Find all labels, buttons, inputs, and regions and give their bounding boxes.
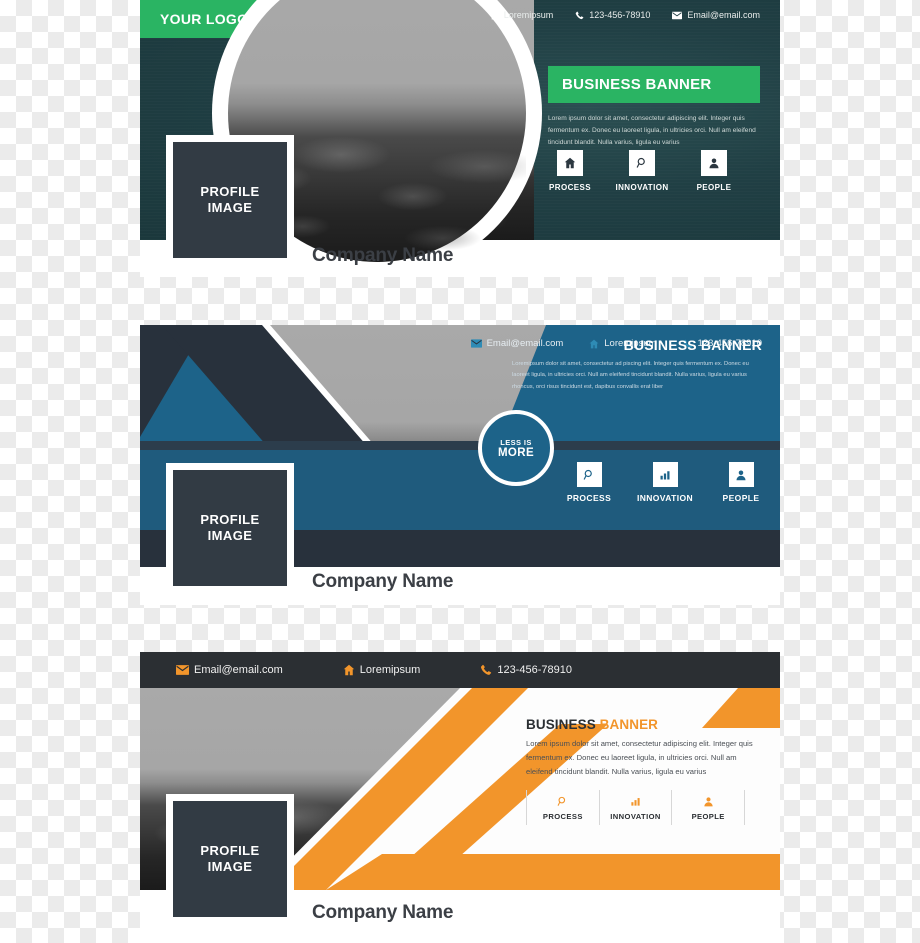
phone-icon	[480, 664, 492, 676]
envelope-icon	[672, 11, 683, 20]
profile-line-1: PROFILE	[200, 511, 260, 527]
banner-orange-features: PROCESS INNOVATION PEOPLE	[526, 790, 746, 826]
contact-email[interactable]: Email@email.com	[672, 10, 760, 20]
feature-people-label: PEOPLE	[691, 812, 725, 822]
company-name: Company Name	[312, 245, 454, 266]
home-icon	[490, 11, 499, 20]
feature-people[interactable]: PEOPLE	[672, 790, 746, 826]
phone-icon	[575, 11, 584, 20]
feature-people-label: PEOPLE	[722, 493, 760, 503]
profile-line-1: PROFILE	[200, 183, 260, 199]
banner-green: YOUR LOGO Loremipsum 123-456-78910 Email…	[140, 0, 780, 277]
banner-orange-title-part1: BUSINESS	[526, 717, 600, 732]
contact-phone-text: 123-456-78910	[589, 10, 651, 20]
contact-home[interactable]: Loremipsum	[343, 664, 421, 676]
feature-innovation-label: INNOVATION	[615, 183, 669, 192]
contact-home-text: Loremipsum	[503, 10, 554, 20]
feature-people-label: PEOPLE	[696, 183, 732, 192]
profile-line-2: IMAGE	[207, 200, 253, 215]
company-name: Company Name	[312, 571, 454, 592]
feature-innovation[interactable]: INNOVATION	[636, 462, 694, 503]
chart-icon	[652, 462, 678, 487]
profile-line-2: IMAGE	[207, 528, 253, 543]
feature-process-label: PROCESS	[566, 493, 612, 503]
banner-green-title-badge: BUSINESS BANNER	[548, 66, 760, 103]
feature-innovation-label: INNOVATION	[636, 493, 694, 503]
badge-line-2: MORE	[497, 446, 535, 459]
contact-email-text: Email@email.com	[687, 10, 760, 20]
search-icon	[576, 462, 602, 487]
feature-innovation[interactable]: INNOVATION	[615, 150, 668, 192]
contact-phone-text: 123-456-78910	[497, 664, 572, 676]
banner-blue-body: Loremipsum dolor sit amet, consectetur a…	[512, 361, 749, 390]
banner-blue: BUSINESS BANNER Loremipsum dolor sit ame…	[140, 325, 780, 605]
chart-icon	[630, 796, 641, 807]
envelope-icon	[176, 665, 189, 675]
home-icon	[557, 150, 583, 176]
feature-process[interactable]: PROCESS	[527, 790, 600, 826]
contact-phone[interactable]: 123-456-78910	[575, 10, 650, 20]
profile-image-placeholder[interactable]: PROFILE IMAGE	[166, 463, 294, 593]
banner-green-title: BUSINESS BANNER	[562, 76, 712, 93]
person-icon	[728, 462, 754, 487]
banner-orange-title: BUSINESS BANNER	[526, 717, 766, 732]
feature-people[interactable]: PEOPLE	[716, 462, 766, 503]
banner-blue-features: PROCESS INNOVATION PEOPLE	[564, 462, 766, 503]
banner-orange-body: Lorem ipsum dolor sit amet, consectetur …	[526, 739, 753, 777]
contact-home[interactable]: Loremipsum	[490, 10, 554, 20]
profile-image-placeholder[interactable]: PROFILE IMAGE	[166, 135, 294, 265]
feature-people[interactable]: PEOPLE	[692, 150, 736, 192]
feature-process-label: PROCESS	[542, 812, 583, 822]
contact-phone[interactable]: 123-456-78910	[480, 664, 572, 676]
banner-green-features: PROCESS INNOVATION PEOPLE	[548, 150, 764, 192]
banner-green-contact-bar: Loremipsum 123-456-78910 Email@email.com	[490, 10, 760, 20]
contact-home-text: Loremipsum	[359, 664, 421, 676]
banner-orange-contact-bar: Email@email.com Loremipsum 123-456-78910	[176, 652, 572, 688]
banner-blue-divider	[140, 441, 780, 450]
feature-process[interactable]: PROCESS	[564, 462, 614, 503]
search-icon	[557, 796, 568, 807]
profile-line-2: IMAGE	[207, 859, 253, 874]
home-icon	[343, 664, 355, 676]
contact-email[interactable]: Email@email.com	[176, 664, 283, 676]
banner-orange-top-bar: Email@email.com Loremipsum 123-456-78910	[140, 652, 780, 688]
person-icon	[701, 150, 727, 176]
feature-process[interactable]: PROCESS	[548, 150, 592, 192]
company-name: Company Name	[312, 902, 454, 923]
profile-line-1: PROFILE	[200, 842, 260, 858]
feature-innovation-label: INNOVATION	[610, 812, 661, 822]
feature-innovation[interactable]: INNOVATION	[600, 790, 673, 826]
feature-process-label: PROCESS	[549, 183, 591, 192]
banner-green-body: Lorem ipsum dolor sit amet, consectetur …	[548, 115, 756, 147]
banner-orange-title-part2: BANNER	[599, 717, 659, 732]
search-icon	[629, 150, 655, 176]
profile-image-placeholder[interactable]: PROFILE IMAGE	[166, 794, 294, 924]
contact-email-text: Email@email.com	[194, 664, 283, 676]
person-icon	[703, 796, 714, 807]
badge-line-1: LESS IS	[500, 437, 532, 447]
banner-orange-content: BUSINESS BANNER Lorem ipsum dolor sit am…	[526, 717, 766, 826]
less-is-more-badge: LESS IS MORE	[478, 410, 554, 486]
envelope-icon	[470, 339, 482, 348]
banner-orange: Email@email.com Loremipsum 123-456-78910…	[140, 652, 780, 943]
banner-blue-title: BUSINESS BANNER	[623, 337, 762, 353]
